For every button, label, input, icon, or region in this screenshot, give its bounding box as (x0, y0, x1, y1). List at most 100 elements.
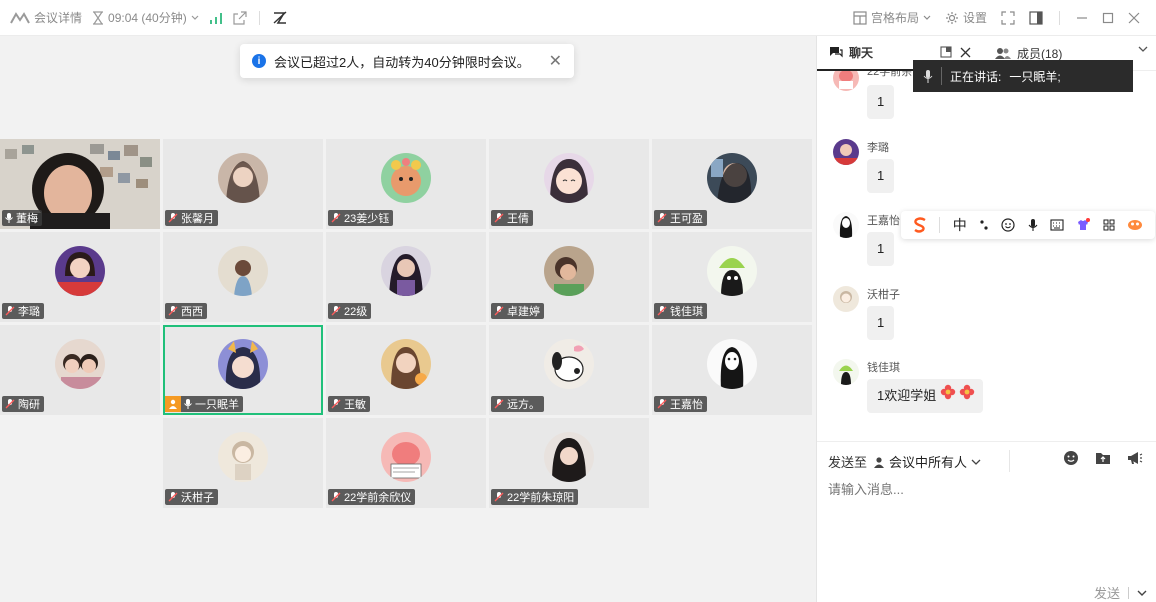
send-label: 发送 (1093, 586, 1120, 601)
participant-name: 卓建婷 (507, 306, 540, 318)
sogou-logo-icon[interactable] (913, 217, 927, 233)
mic-muted-icon (331, 492, 341, 502)
participant-tile[interactable]: 王倩 (489, 139, 649, 229)
participant-nametag: 王倩 (491, 210, 533, 226)
settings-button[interactable]: 设置 (945, 9, 987, 26)
participant-tile[interactable]: 沃柑子 (163, 418, 323, 508)
participant-tile[interactable]: 陶研 (0, 325, 160, 415)
participant-name: 远方。 (507, 399, 540, 411)
message-sender: 沃柑子 (867, 289, 900, 301)
mic-muted-icon (168, 306, 178, 316)
participant-tile[interactable]: 李璐 (0, 232, 160, 322)
participant-nametag: 王可盈 (654, 210, 707, 226)
avatar (544, 153, 594, 203)
participant-tile-active-speaker[interactable]: 一只眠羊 (163, 325, 323, 415)
avatar (707, 246, 757, 296)
emoji-icon[interactable] (1063, 450, 1079, 466)
participant-name: 西西 (181, 306, 203, 318)
host-badge-icon (165, 396, 181, 412)
participant-tile[interactable]: 董梅 (0, 139, 160, 229)
mascot-icon[interactable] (1127, 218, 1143, 232)
participant-nametag: 李璐 (2, 303, 44, 319)
emoji-icon[interactable] (1001, 218, 1015, 232)
timer-dropdown[interactable]: 09:04 (40分钟) (92, 9, 199, 26)
avatar (218, 432, 268, 482)
participant-tile[interactable]: 卓建婷 (489, 232, 649, 322)
no-annotation-icon[interactable] (272, 10, 288, 25)
microphone-icon[interactable] (1028, 218, 1038, 232)
divider (1009, 450, 1010, 472)
participant-name: 沃柑子 (181, 492, 214, 504)
settings-label: 设置 (962, 11, 987, 25)
punctuation-icon[interactable] (979, 218, 989, 232)
divider (939, 217, 941, 233)
popout-icon[interactable] (940, 46, 952, 58)
participant-tile[interactable]: 西西 (163, 232, 323, 322)
folder-icon[interactable] (1095, 451, 1111, 465)
participant-tile[interactable]: 22学前余欣仪 (326, 418, 486, 508)
participant-name: 22学前余欣仪 (344, 492, 412, 504)
mic-muted-icon (657, 213, 667, 223)
participant-name: 23姜少钰 (344, 213, 390, 225)
close-icon[interactable] (960, 47, 971, 58)
meeting-details-button[interactable]: 会议详情 (10, 9, 82, 26)
message-sender: 钱佳琪 (867, 362, 900, 374)
layout-dropdown[interactable]: 宫格布局 (853, 9, 931, 26)
participant-tile[interactable]: 钱佳琪 (652, 232, 812, 322)
participant-tile[interactable]: 王可盈 (652, 139, 812, 229)
avatar (381, 339, 431, 389)
divider (1128, 586, 1129, 599)
send-button[interactable]: 发送 (1094, 583, 1147, 602)
keyboard-icon[interactable] (1050, 219, 1064, 231)
fullscreen-icon[interactable] (1001, 10, 1015, 25)
tab-members-label: 成员(18) (1017, 46, 1063, 61)
share-link-icon[interactable] (233, 10, 247, 25)
mic-muted-icon (494, 492, 504, 502)
participant-name: 董梅 (16, 213, 38, 225)
participant-tile[interactable]: 22级 (326, 232, 486, 322)
mic-muted-icon (494, 399, 504, 409)
avatar (833, 71, 859, 91)
mic-muted-icon (5, 399, 15, 409)
participant-nametag: 22学前余欣仪 (328, 489, 416, 505)
participant-tile[interactable]: 远方。 (489, 325, 649, 415)
participant-tile[interactable]: 22学前朱琼阳 (489, 418, 649, 508)
avatar (218, 339, 268, 389)
participant-nametag: 远方。 (491, 396, 544, 412)
divider (1059, 10, 1060, 25)
message-input[interactable] (828, 482, 1128, 497)
mic-muted-icon (331, 306, 341, 316)
message-text: 1欢迎学姐 (877, 388, 937, 403)
participant-name: 陶研 (18, 399, 40, 411)
participant-tile[interactable]: 张馨月 (163, 139, 323, 229)
close-window-icon[interactable] (1128, 12, 1140, 24)
participant-tile[interactable]: 王嘉怡 (652, 325, 812, 415)
chevron-down-icon (923, 15, 931, 21)
avatar (218, 246, 268, 296)
skin-icon[interactable] (1076, 218, 1091, 232)
participant-name: 王可盈 (670, 213, 703, 225)
divider (258, 10, 260, 25)
microphone-icon (5, 213, 13, 223)
chinese-mode-toggle[interactable]: 中 (953, 215, 967, 235)
microphone-icon (923, 69, 933, 83)
close-icon[interactable]: ✕ (549, 51, 562, 71)
send-to-label: 发送至 (828, 455, 868, 470)
mic-muted-icon (168, 213, 178, 223)
toolbox-grid-icon[interactable] (1103, 219, 1115, 231)
minimize-icon[interactable] (1076, 12, 1088, 24)
signal-strength-icon[interactable] (209, 12, 223, 24)
participant-nametag: 一只眠羊 (165, 396, 243, 412)
participant-tile[interactable]: 王敏 (326, 325, 486, 415)
maximize-icon[interactable] (1102, 12, 1114, 24)
mic-muted-icon (5, 306, 15, 316)
participant-tile[interactable]: 23姜少钰 (326, 139, 486, 229)
chevron-down-icon[interactable] (1137, 590, 1147, 596)
participant-name: 一只眠羊 (195, 399, 239, 411)
sidebar-toggle-icon[interactable] (1029, 10, 1043, 25)
send-to-selector[interactable]: 发送至 会议中所有人 (828, 452, 981, 471)
megaphone-icon[interactable] (1127, 451, 1143, 465)
send-to-target: 会议中所有人 (889, 455, 968, 470)
chevron-down-icon[interactable] (1138, 46, 1148, 52)
speaking-label: 正在讲话: (950, 69, 1002, 84)
